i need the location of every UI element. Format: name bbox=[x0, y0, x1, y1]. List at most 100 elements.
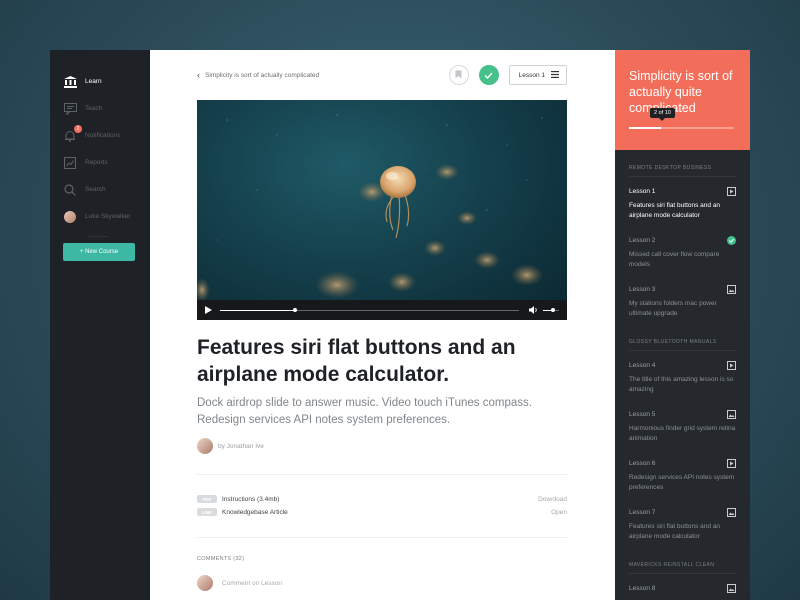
check-icon bbox=[484, 66, 493, 84]
bookmark-button[interactable] bbox=[448, 65, 469, 85]
menu-icon bbox=[551, 70, 559, 80]
attachment-type-badge: LINK bbox=[197, 508, 217, 516]
attachment-name[interactable]: Instructions (3.4mb) bbox=[222, 496, 279, 503]
volume-slider[interactable] bbox=[543, 307, 559, 312]
lesson-title: Features siri flat buttons and an airpla… bbox=[197, 336, 516, 386]
sidebar-item-learn[interactable]: Learn bbox=[50, 68, 150, 95]
sidebar-item-label: Reports bbox=[85, 159, 108, 166]
course-progress-fill bbox=[629, 127, 661, 129]
video-controls bbox=[197, 300, 567, 320]
new-course-button[interactable]: + New Course bbox=[63, 243, 135, 261]
video-frame bbox=[197, 114, 543, 302]
comment-composer bbox=[197, 575, 422, 591]
bell-icon: 2 bbox=[63, 124, 82, 143]
volume-handle[interactable] bbox=[550, 307, 555, 312]
lesson-item[interactable]: Lesson 3 My stations folders mac power ul… bbox=[615, 275, 750, 324]
course-header: Simplicity is sort of actually quite com… bbox=[615, 50, 750, 150]
lesson-item[interactable]: Lesson 4 The title of this amazing lesson… bbox=[615, 351, 750, 400]
lesson-menu-label: Lesson 1 bbox=[518, 71, 545, 79]
toolbar-actions: Lesson 1 bbox=[448, 65, 567, 85]
lesson-item-description: Redesign services API notes system prefe… bbox=[629, 474, 735, 491]
lesson-subtitle: Dock airdrop slide to answer music. Vide… bbox=[197, 397, 532, 426]
image-icon bbox=[727, 409, 736, 419]
back-link[interactable]: ‹ Simplicity is sort of actually complic… bbox=[197, 70, 319, 80]
app-window: Learn Teach 2 Notifications Reports Sear… bbox=[50, 50, 750, 600]
video-player[interactable] bbox=[197, 100, 567, 320]
sidebar-item-teach[interactable]: Teach bbox=[50, 95, 150, 122]
lesson-item[interactable]: Lesson 7 Features siri flat buttons and a… bbox=[615, 498, 750, 547]
lesson-item-label: Lesson 6 bbox=[629, 459, 656, 467]
sidebar-item-label: Luke Skywalker bbox=[85, 213, 131, 220]
lesson-item[interactable]: Lesson 1 Features siri flat buttons and a… bbox=[615, 177, 750, 226]
section-heading: REMOTE DESKTOP BUSINESS bbox=[629, 165, 712, 171]
sidebar-item-label: Learn bbox=[85, 78, 102, 85]
lesson-item-label: Lesson 8 bbox=[629, 584, 656, 592]
image-icon bbox=[727, 507, 736, 517]
open-link[interactable]: Open bbox=[551, 509, 567, 516]
lesson-item-label: Lesson 7 bbox=[629, 508, 656, 516]
lesson-item-description: Features siri flat buttons and an airpla… bbox=[629, 523, 721, 540]
download-link[interactable]: Download bbox=[538, 496, 567, 503]
sidebar-item-profile[interactable]: Luke Skywalker bbox=[50, 203, 150, 230]
lesson-item-label: Lesson 1 bbox=[629, 187, 656, 195]
avatar bbox=[64, 210, 76, 223]
video-seek-handle[interactable] bbox=[292, 307, 297, 312]
sidebar-item-label: Search bbox=[85, 186, 106, 193]
video-icon bbox=[727, 360, 736, 370]
divider bbox=[197, 537, 567, 538]
lesson-item[interactable]: Lesson 8 bbox=[615, 574, 750, 599]
progress-tooltip: 2 of 10 bbox=[650, 108, 675, 121]
bookmark-icon bbox=[455, 66, 462, 84]
lesson-outline: REMOTE DESKTOP BUSINESS Lesson 1 Features … bbox=[615, 160, 750, 599]
sidebar-item-notifications[interactable]: 2 Notifications bbox=[50, 122, 150, 149]
check-icon bbox=[727, 235, 736, 245]
section-heading: MAVERICKS REINSTALL CLEAN bbox=[629, 562, 715, 568]
lesson-item-label: Lesson 4 bbox=[629, 361, 656, 369]
volume-icon[interactable] bbox=[529, 301, 538, 319]
author-name: by Jonathan Ive bbox=[218, 442, 264, 450]
attachment-row: LINK Knowledgebase Article Open bbox=[197, 506, 567, 518]
video-seek-fill bbox=[220, 309, 295, 311]
bank-icon bbox=[63, 75, 77, 89]
lesson-toolbar: ‹ Simplicity is sort of actually complic… bbox=[197, 64, 567, 86]
attachment-type-badge: PDF bbox=[197, 495, 217, 503]
lesson-item-description: The title of this amazing lesson is so a… bbox=[629, 376, 734, 393]
chart-icon bbox=[63, 156, 77, 170]
video-seek-bar[interactable] bbox=[220, 307, 520, 312]
lesson-author: by Jonathan Ive bbox=[197, 438, 264, 454]
lesson-item-description: Features siri flat buttons and an airpla… bbox=[629, 202, 721, 219]
course-outline-panel: Simplicity is sort of actually quite com… bbox=[615, 50, 750, 600]
sidebar-item-label: Notifications bbox=[85, 132, 121, 139]
lesson-item-description: Missed call cover flow compare models bbox=[629, 251, 720, 268]
sidebar: Learn Teach 2 Notifications Reports Sear… bbox=[50, 50, 150, 600]
lesson-item[interactable]: Lesson 5 Harmonious finder grid system re… bbox=[615, 400, 750, 449]
sidebar-divider bbox=[88, 236, 108, 237]
image-icon bbox=[727, 284, 736, 294]
sidebar-item-label: Teach bbox=[85, 105, 103, 112]
image-icon bbox=[727, 583, 736, 593]
attachment-name[interactable]: Knowledgebase Article bbox=[222, 509, 288, 516]
lesson-item-label: Lesson 2 bbox=[629, 236, 656, 244]
sidebar-item-search[interactable]: Search bbox=[50, 176, 150, 203]
chat-icon bbox=[63, 102, 77, 116]
author-avatar bbox=[197, 438, 213, 454]
lesson-item[interactable]: Lesson 6 Redesign services API notes syst… bbox=[615, 449, 750, 498]
back-link-label: Simplicity is sort of actually complicat… bbox=[205, 71, 320, 79]
comment-input[interactable] bbox=[222, 579, 422, 587]
lesson-item-description: My stations folders mac power ultimate u… bbox=[629, 300, 717, 317]
attachment-row: PDF Instructions (3.4mb) Download bbox=[197, 493, 567, 505]
mark-complete-button[interactable] bbox=[478, 65, 499, 85]
comments-heading: COMMENTS (32) bbox=[197, 556, 245, 562]
lesson-menu-button[interactable]: Lesson 1 bbox=[508, 65, 567, 85]
search-icon bbox=[63, 183, 77, 197]
video-icon bbox=[727, 186, 736, 196]
lesson-item[interactable]: Lesson 2 Missed call cover flow compare m… bbox=[615, 226, 750, 275]
play-icon[interactable] bbox=[205, 301, 212, 319]
chevron-left-icon: ‹ bbox=[197, 70, 200, 80]
notification-badge: 2 bbox=[74, 124, 82, 133]
lesson-item-label: Lesson 5 bbox=[629, 410, 656, 418]
sidebar-item-reports[interactable]: Reports bbox=[50, 149, 150, 176]
lesson-item-label: Lesson 3 bbox=[629, 285, 656, 293]
section-heading: GLOSSY BLUETOOTH MANUALS bbox=[629, 339, 717, 345]
lesson-main: ‹ Simplicity is sort of actually complic… bbox=[150, 50, 615, 600]
